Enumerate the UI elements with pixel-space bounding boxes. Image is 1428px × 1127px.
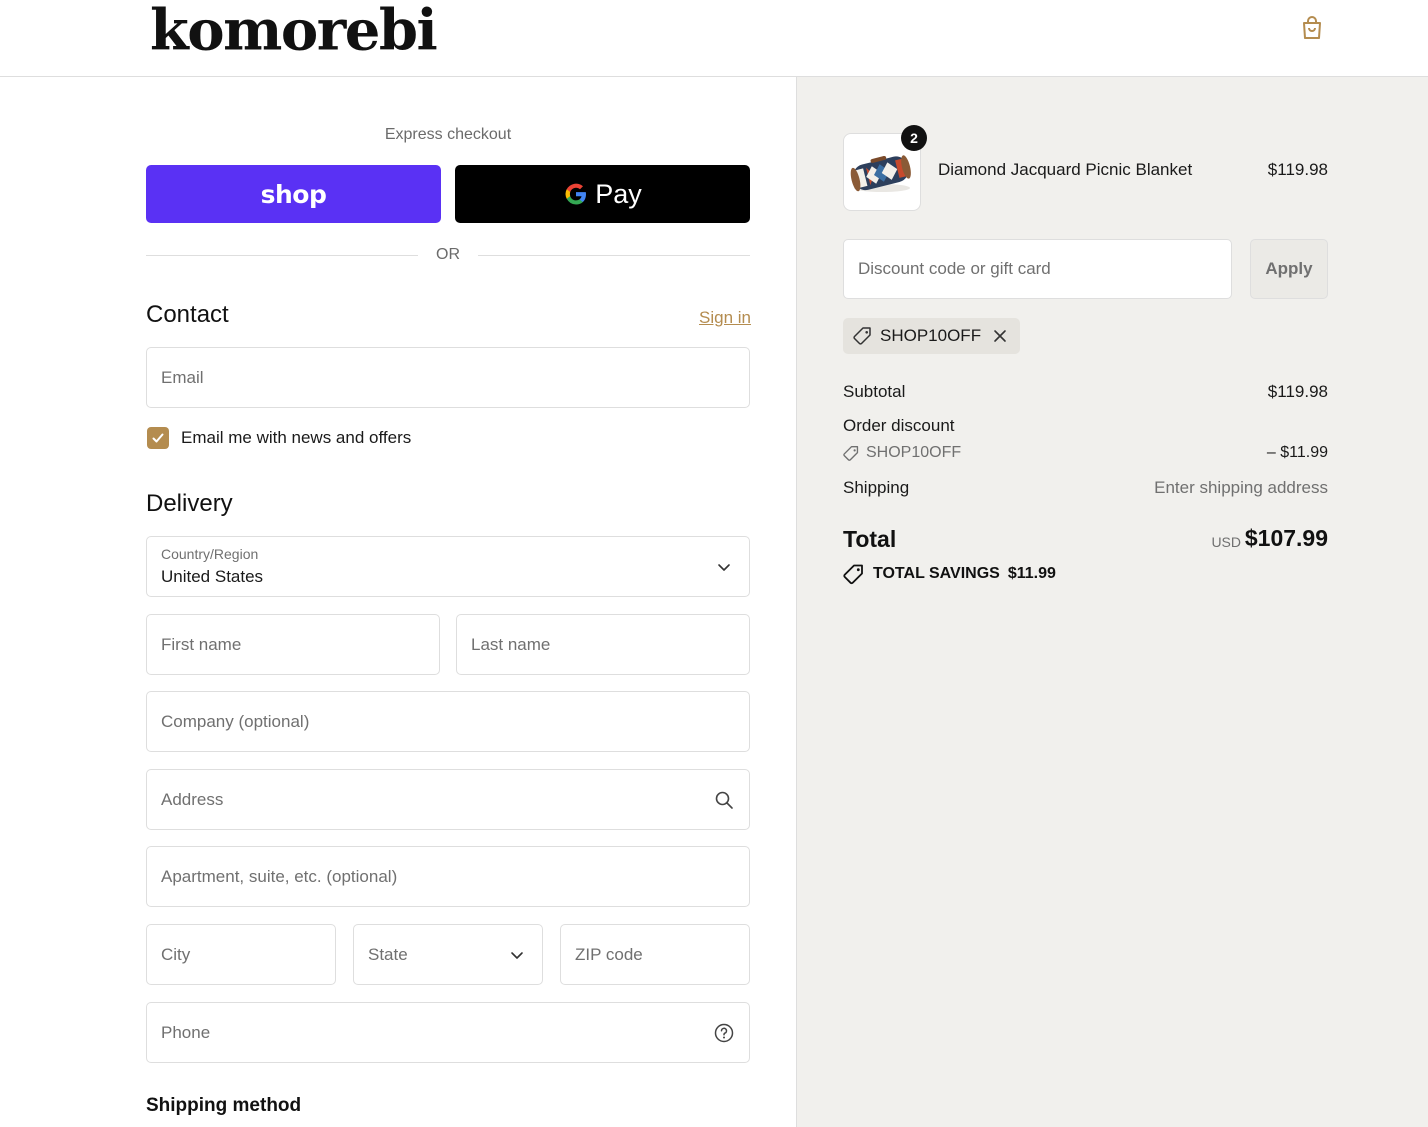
zip-code-field[interactable]: ZIP code [560, 924, 750, 985]
city-placeholder: City [161, 944, 191, 964]
applied-discount-chip: SHOP10OFF [843, 318, 1021, 354]
newsletter-checkbox[interactable] [147, 427, 169, 449]
email-field[interactable]: Email [146, 347, 750, 408]
apartment-field[interactable]: Apartment, suite, etc. (optional) [146, 846, 750, 907]
state-placeholder: State [368, 944, 408, 964]
contact-title: Contact [146, 301, 229, 328]
divider-line-right [478, 255, 750, 256]
express-checkout-label: Express checkout [384, 126, 512, 143]
address-field[interactable]: Address [146, 769, 750, 830]
city-field[interactable]: City [146, 924, 336, 985]
quantity-badge: 2 [901, 125, 927, 151]
last-name-field[interactable]: Last name [456, 614, 750, 675]
applied-code-text: SHOP10OFF [880, 326, 982, 345]
google-pay-button[interactable]: Pay [455, 165, 750, 223]
country-label: Country/Region [161, 546, 259, 562]
order-discount-label: Order discount [843, 416, 955, 435]
shop-pay-button[interactable]: shop [146, 165, 441, 223]
help-circle-icon[interactable] [714, 1023, 734, 1043]
chevron-down-icon [511, 951, 523, 959]
google-pay-label: Pay [595, 178, 642, 209]
order-discount-code: SHOP10OFF [843, 444, 961, 462]
savings-label: TOTAL SAVINGS [873, 565, 1000, 582]
subtotal-value: $119.98 [1267, 382, 1328, 401]
product-price: $119.98 [1267, 160, 1328, 179]
subtotal-label: Subtotal [843, 382, 906, 401]
address-placeholder: Address [161, 789, 224, 809]
shipping-value: Enter shipping address [1154, 478, 1328, 497]
or-divider: OR [146, 245, 750, 265]
first-name-field[interactable]: First name [146, 614, 440, 675]
zip-code-placeholder: ZIP code [575, 944, 643, 964]
checkmark-icon [152, 433, 164, 443]
shopping-bag-icon[interactable] [1298, 14, 1326, 42]
company-field[interactable]: Company (optional) [146, 691, 750, 752]
order-discount-value: – $11.99 [1266, 444, 1328, 461]
discount-code-input[interactable]: Discount code or gift card [843, 239, 1232, 299]
total-savings: TOTAL SAVINGS $11.99 [843, 563, 1056, 585]
first-name-placeholder: First name [161, 634, 242, 654]
chevron-down-icon [718, 563, 730, 571]
header: komorebi® [0, 0, 1428, 77]
tag-icon [853, 327, 871, 345]
brand-logo-text: komorebi [150, 0, 438, 64]
google-g-icon [565, 183, 587, 205]
brand-logo[interactable]: komorebi® [150, 0, 444, 62]
apply-discount-button[interactable]: Apply [1250, 239, 1328, 299]
order-summary: 2 Diamond Jacquard Picnic Blanket $119.9… [796, 77, 1428, 1127]
country-value: United States [161, 567, 264, 586]
savings-value: $11.99 [1007, 565, 1056, 582]
company-placeholder: Company (optional) [161, 711, 310, 731]
newsletter-label: Email me with news and offers [181, 428, 412, 447]
shipping-label: Shipping [843, 478, 910, 497]
email-placeholder: Email [161, 367, 204, 387]
checkout-form-column: Express checkout shop Pay OR Contact Sig… [0, 77, 796, 1127]
search-icon[interactable] [714, 790, 734, 810]
last-name-placeholder: Last name [471, 634, 551, 654]
discount-placeholder: Discount code or gift card [858, 259, 1051, 278]
tag-icon [843, 445, 859, 461]
shipping-method-title: Shipping method [146, 1095, 302, 1116]
state-select[interactable]: State [353, 924, 543, 985]
product-name: Diamond Jacquard Picnic Blanket [938, 160, 1193, 179]
remove-code-icon[interactable] [992, 328, 1008, 344]
registered-mark: ® [436, 0, 444, 3]
country-select[interactable]: Country/Region United States [146, 536, 750, 597]
phone-placeholder: Phone [161, 1022, 211, 1042]
delivery-title: Delivery [146, 490, 233, 517]
apartment-placeholder: Apartment, suite, etc. (optional) [161, 866, 398, 886]
shop-pay-label: shop [260, 179, 327, 209]
total-label: Total [843, 526, 897, 552]
total-currency: USD [1211, 534, 1241, 550]
phone-field[interactable]: Phone [146, 1002, 750, 1063]
total-value: $107.99 [1244, 525, 1328, 551]
tag-icon [843, 564, 863, 585]
order-discount-code-text: SHOP10OFF [866, 444, 962, 461]
sign-in-link[interactable]: Sign in [699, 308, 751, 328]
